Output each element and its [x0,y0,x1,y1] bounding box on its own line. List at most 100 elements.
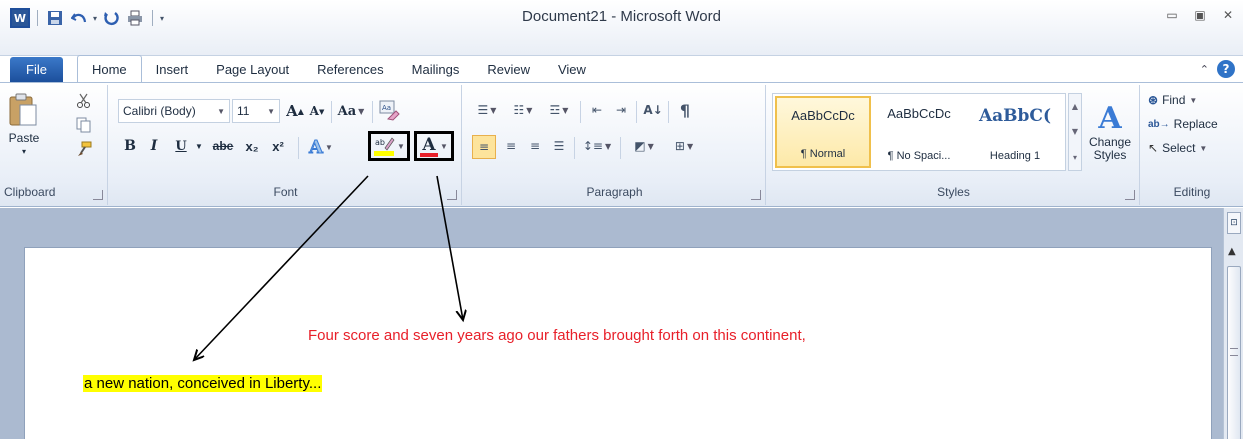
clear-formatting-icon[interactable]: Aa [376,97,402,123]
view-ruler-icon[interactable]: ⊡ [1227,212,1241,234]
change-styles-icon: A [1098,101,1122,136]
replace-button[interactable]: ab→ Replace [1148,113,1218,135]
chevron-down-icon[interactable]: ▼ [1199,144,1207,153]
change-case-button[interactable]: Aa ▼ [334,99,368,123]
styles-gallery-scroll[interactable]: ▲ ▼ ▾ [1068,93,1082,171]
tab-mailings[interactable]: Mailings [398,57,474,82]
font-group-label: Font [273,185,298,199]
style-sample: AaBbC( [978,106,1052,126]
font-dialog-launcher[interactable] [447,190,457,200]
tab-view[interactable]: View [544,57,600,82]
paragraph-dialog-launcher[interactable] [751,190,761,200]
font-color-button[interactable]: A ▼ [414,131,454,161]
text-effects-button[interactable]: A ▼ [306,135,336,159]
help-icon[interactable]: ? [1217,60,1235,78]
font-size-combobox[interactable]: 11 ▼ [232,99,280,123]
document-text-red[interactable]: Four score and seven years ago our fathe… [308,327,806,344]
subscript-button[interactable]: x₂ [240,135,264,157]
bullets-icon[interactable]: ☰ ▼ [470,99,504,121]
underline-dropdown-arrow[interactable]: ▼ [194,135,204,157]
justify-icon[interactable]: ☰ [548,135,570,157]
cut-icon[interactable] [74,91,94,111]
ribbon-tabs: File Home Insert Page Layout References … [10,55,600,82]
separator [636,101,637,123]
styles-group: AaBbCcDc ¶ Normal AaBbCcDc ¶ No Spaci...… [768,85,1140,205]
chevron-down-icon[interactable]: ▼ [440,142,448,151]
chevron-down-icon[interactable]: ▼ [267,107,275,116]
title-bar: W ▾ ▾ Document21 - Microsoft Word ▭ ▣ ✕ [0,0,1243,56]
paste-button[interactable]: Paste [4,131,44,145]
superscript-button[interactable]: x² [266,135,290,157]
format-painter-icon[interactable] [74,139,94,159]
decrease-indent-icon[interactable]: ⇤ [586,99,608,121]
minimize-ribbon-icon[interactable]: ⌃ [1200,63,1209,76]
increase-indent-icon[interactable]: ⇥ [610,99,632,121]
paste-icon[interactable] [8,93,38,127]
tab-insert[interactable]: Insert [142,57,203,82]
paste-dropdown-arrow[interactable]: ▾ [14,147,34,156]
align-right-icon[interactable]: ≡ [524,135,546,157]
select-button[interactable]: ↖ Select ▼ [1148,137,1207,159]
change-styles-button[interactable]: A Change Styles [1086,93,1134,173]
borders-icon[interactable]: ⊞ ▼ [666,135,702,157]
font-group: Calibri (Body) ▼ 11 ▼ A ▲ A ▼ Aa ▼ Aa B I U… [110,85,462,205]
document-text-highlighted[interactable]: a new nation, conceived in Liberty... [83,375,323,392]
style-name: ¶ No Spaci... [887,150,951,162]
find-label: Find [1162,93,1186,107]
window-controls: ▭ ▣ ✕ [1163,6,1237,24]
copy-icon[interactable] [74,115,94,135]
style-tile-normal[interactable]: AaBbCcDc ¶ Normal [775,96,871,168]
separator [331,101,332,123]
line-spacing-icon[interactable]: ↕≡ ▼ [580,135,614,157]
tab-references[interactable]: References [303,57,397,82]
scroll-down-icon[interactable]: ▼ [1072,127,1078,136]
restore-icon[interactable]: ▣ [1191,6,1209,24]
ribbon: Paste ▾ Clipboard Calibri (Body) ▼ 11 ▼ … [0,82,1243,207]
sort-icon[interactable]: A↓ [642,99,664,121]
document-page[interactable]: Four score and seven years ago our fathe… [24,247,1212,439]
tab-file[interactable]: File [10,57,63,82]
shading-icon[interactable]: ◩ ▼ [626,135,662,157]
font-name-combobox[interactable]: Calibri (Body) ▼ [118,99,230,123]
chevron-down-icon[interactable]: ▼ [397,142,405,151]
separator [372,101,373,123]
find-button[interactable]: ⊛ Find ▼ [1148,89,1197,111]
scroll-up-icon[interactable]: ▲ [1072,102,1078,111]
minimize-icon[interactable]: ▭ [1163,6,1181,24]
highlighter-icon: ab [373,135,395,157]
chevron-down-icon[interactable]: ▼ [217,107,225,116]
clipboard-dialog-launcher[interactable] [93,190,103,200]
clipboard-group: Paste ▾ Clipboard [0,85,108,205]
separator [620,137,621,159]
numbering-icon[interactable]: ☷ ▼ [506,99,540,121]
separator [574,137,575,159]
separator [668,101,669,123]
more-styles-icon[interactable]: ▾ [1073,153,1077,162]
tab-review[interactable]: Review [473,57,544,82]
style-name: ¶ Normal [800,148,846,160]
styles-dialog-launcher[interactable] [1125,190,1135,200]
chevron-down-icon[interactable]: ▼ [1189,96,1197,105]
separator [580,101,581,123]
style-tile-no-spacing[interactable]: AaBbCcDc ¶ No Spaci... [871,96,967,168]
multilevel-list-icon[interactable]: ☲ ▼ [542,99,576,121]
vertical-scrollbar[interactable]: ⊡ ▲ [1223,208,1243,439]
text-highlight-color-button[interactable]: ab ▼ [368,131,410,161]
tab-page-layout[interactable]: Page Layout [202,57,303,82]
clipboard-group-label: Clipboard [4,185,56,199]
show-hide-pilcrow-icon[interactable]: ¶ [674,99,696,121]
tab-home[interactable]: Home [76,55,142,82]
grow-font-button[interactable]: A ▲ [284,99,306,123]
style-sample: AaBbCcDc [791,108,855,123]
align-left-icon[interactable]: ≡ [472,135,496,159]
bold-button[interactable]: B [120,135,140,157]
underline-button[interactable]: U [168,135,194,157]
close-icon[interactable]: ✕ [1219,6,1237,24]
italic-button[interactable]: I [144,135,164,157]
shrink-font-button[interactable]: A ▼ [306,99,328,123]
scroll-up-icon[interactable]: ▲ [1228,246,1236,257]
strikethrough-button[interactable]: abe [208,135,238,157]
separator [298,137,299,159]
style-tile-heading-1[interactable]: AaBbC( Heading 1 [967,96,1063,168]
align-center-icon[interactable]: ≡ [500,135,522,157]
